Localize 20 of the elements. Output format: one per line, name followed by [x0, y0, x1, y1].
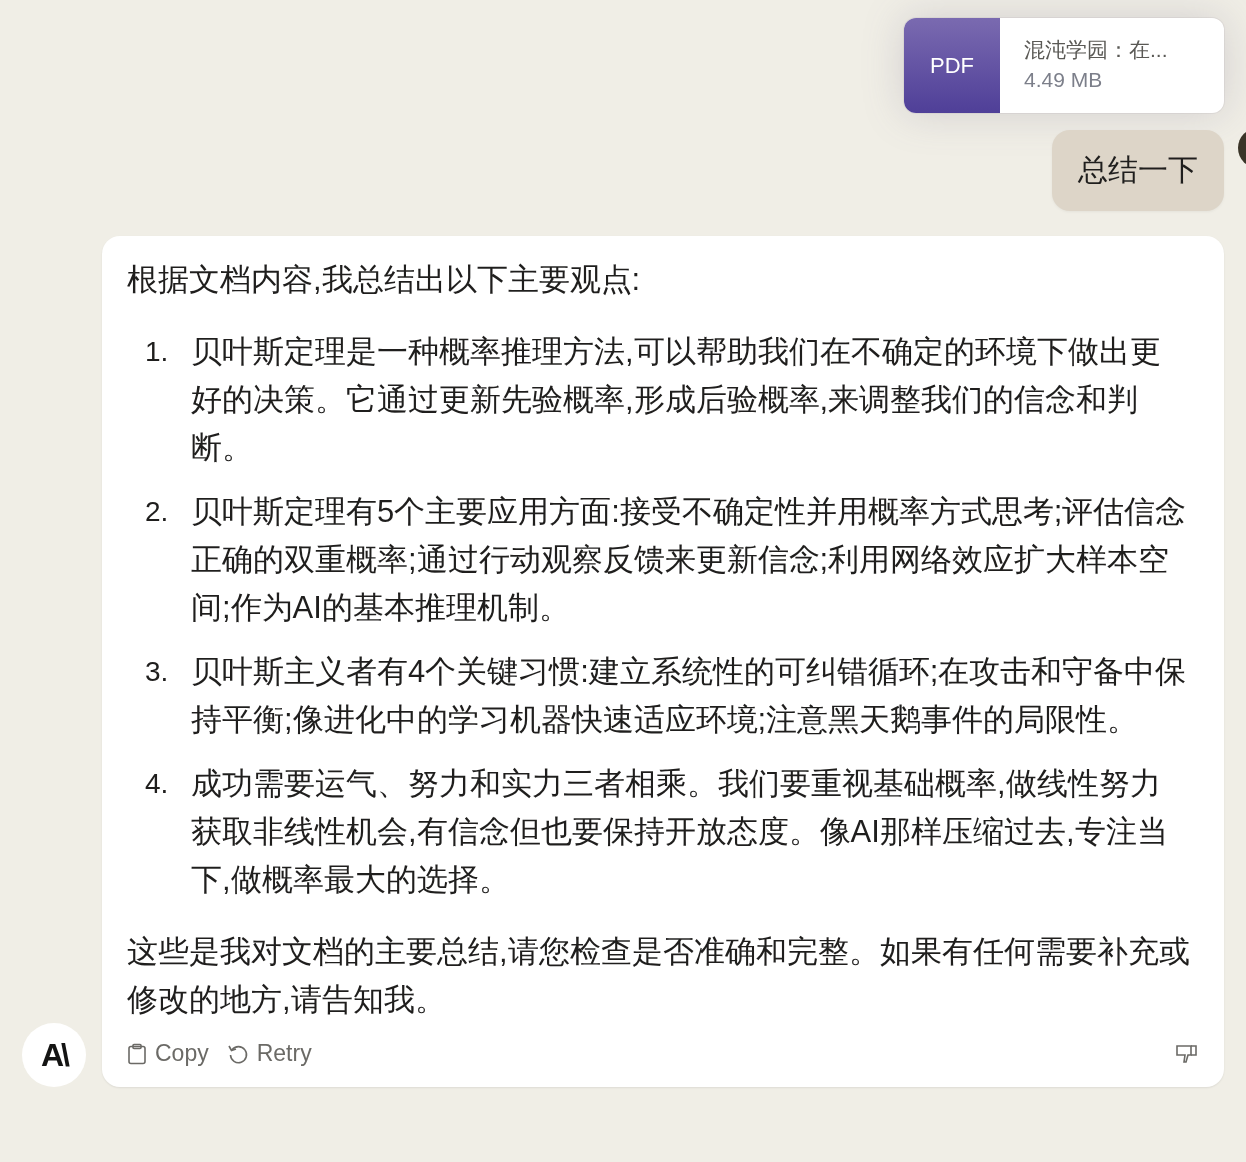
- file-size: 4.49 MB: [1024, 68, 1104, 92]
- assistant-logo: A\: [22, 1023, 86, 1087]
- list-item-text: 贝叶斯定理是一种概率推理方法,可以帮助我们在不确定的环境下做出更好的决策。它通过更新先验概率,形成后验概率,来调整我们的信念和判断。: [191, 333, 1162, 467]
- list-number: 4.: [145, 767, 170, 801]
- intro-text: 根据文档内容,我总结出以下主要观点:: [127, 261, 642, 299]
- thumbs-down-icon[interactable]: [1175, 1042, 1199, 1065]
- clipboard-icon: [127, 1042, 147, 1065]
- retry-button[interactable]: Retry: [226, 1040, 312, 1067]
- list-item-text: 贝叶斯主义者有4个关键习惯:建立系统性的可纠错循环;在攻击和守备中保持平衡;像进化中的学习机器快速适应环境;注意黑天鹅事件的局限性。: [191, 653, 1188, 739]
- closing-text: 这些是我对文档的主要总结,请您检查是否准确和完整。如果有任何需要补充或修改的地方,请告知我。: [127, 933, 1191, 1019]
- list-number: 2.: [145, 495, 170, 529]
- user-message: 总结一下: [1052, 130, 1224, 211]
- list-item-text: 贝叶斯定理有5个主要应用方面:接受不确定性并用概率方式思考;评估信念正确的双重概率;通过行动观察反馈来更新信念;利用网络效应扩大样本空间;作为AI的基本推理机制。: [191, 493, 1188, 627]
- list-number: 1.: [145, 335, 170, 369]
- file-type-badge: PDF: [904, 18, 1000, 113]
- copy-button[interactable]: Copy: [127, 1040, 209, 1067]
- file-name: 混沌学园：在...: [1024, 37, 1168, 63]
- attachment-card[interactable]: PDF 混沌学园：在... 4.49 MB: [904, 18, 1224, 113]
- list-item-text: 成功需要运气、努力和实力三者相乘。我们要重视基础概率,做线性努力获取非线性机会,有信念但也要保持开放态度。像AI那样压缩过去,专注当下,做概率最大的选择。: [191, 765, 1169, 899]
- list-number: 3.: [145, 655, 170, 689]
